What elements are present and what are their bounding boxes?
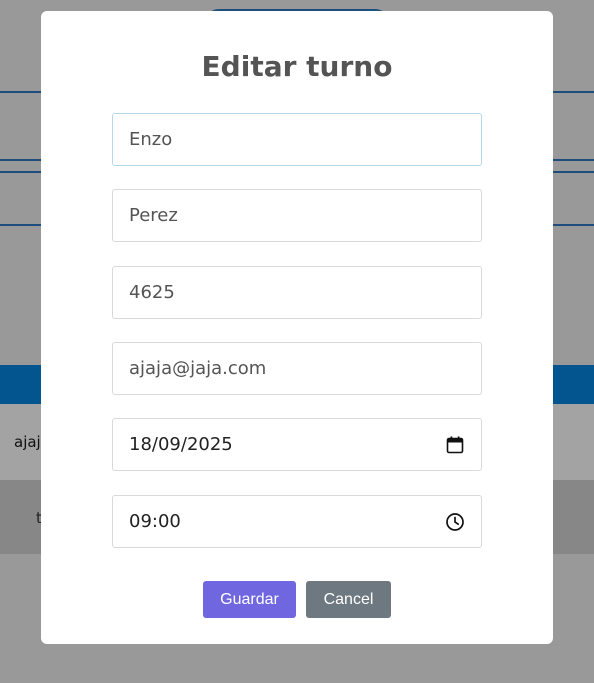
email-value: ajaja@jaja.com xyxy=(129,358,267,379)
last-name-value: Perez xyxy=(129,205,178,226)
email-input[interactable]: ajaja@jaja.com xyxy=(112,342,482,395)
date-input[interactable]: 18/09/2025 xyxy=(112,418,482,471)
modal-title: Editar turno xyxy=(201,50,393,83)
time-input[interactable]: 09:00 xyxy=(112,495,482,548)
calendar-icon[interactable] xyxy=(445,435,465,455)
edit-appointment-modal: Editar turno Enzo Perez 4625 ajaja@jaja.… xyxy=(41,11,553,644)
clock-icon[interactable] xyxy=(445,512,465,532)
date-value: 18/09/2025 xyxy=(129,434,233,455)
cancel-button[interactable]: Cancel xyxy=(306,581,391,618)
last-name-input[interactable]: Perez xyxy=(112,189,482,242)
first-name-value: Enzo xyxy=(129,129,173,150)
time-value: 09:00 xyxy=(129,511,181,532)
save-button[interactable]: Guardar xyxy=(203,581,296,618)
id-number-value: 4625 xyxy=(129,282,175,303)
id-number-input[interactable]: 4625 xyxy=(112,266,482,319)
first-name-input[interactable]: Enzo xyxy=(112,113,482,166)
